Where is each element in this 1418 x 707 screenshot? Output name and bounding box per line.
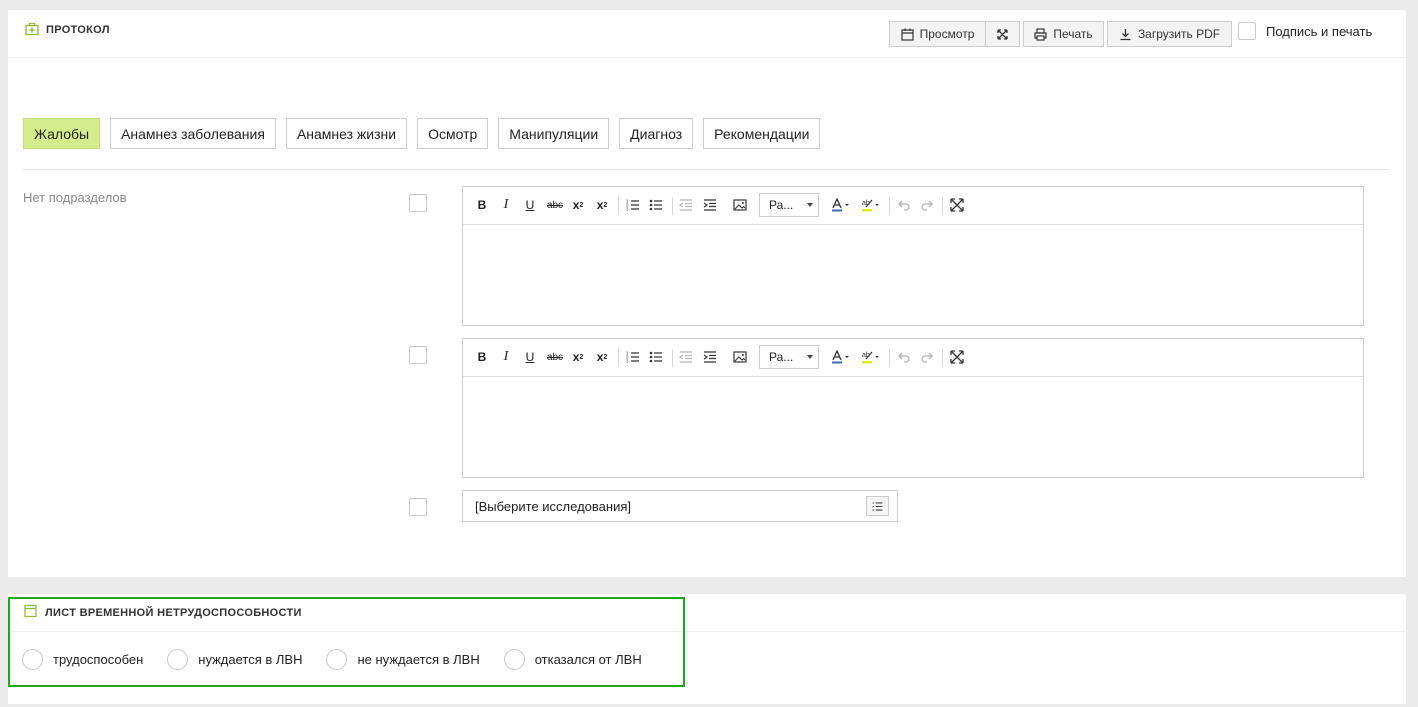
undo-icon[interactable] — [894, 347, 914, 367]
format-select-value: Ра... — [769, 350, 794, 364]
lvn-options: трудоспособен нуждается в ЛВН не нуждает… — [22, 649, 666, 670]
protocol-panel: ПРОТОКОЛ Просмотр Печать Загрузить PDF П… — [8, 10, 1406, 577]
rich-text-editor-1: B I U abc x2 x2 123 Ра... ab — [462, 186, 1364, 326]
bullet-list-icon[interactable] — [646, 347, 666, 367]
font-color-icon[interactable] — [828, 347, 854, 367]
lvn-panel: ЛИСТ ВРЕМЕННОЙ НЕТРУДОСПОСОБНОСТИ трудос… — [8, 594, 1406, 704]
lvn-option-able[interactable]: трудоспособен — [22, 649, 143, 670]
expand-icon — [997, 28, 1008, 40]
format-select[interactable]: Ра... — [759, 193, 819, 217]
preview-button[interactable]: Просмотр — [889, 21, 986, 47]
tabs-divider — [23, 169, 1390, 170]
research-placeholder: [Выберите исследования] — [475, 499, 631, 514]
download-pdf-button[interactable]: Загрузить PDF — [1107, 21, 1232, 47]
chevron-down-icon — [807, 355, 813, 359]
no-subsections-text: Нет подразделов — [23, 190, 127, 205]
sign-label: Подпись и печать — [1266, 24, 1373, 39]
bold-icon[interactable]: B — [472, 347, 492, 367]
sign-checkbox[interactable] — [1238, 22, 1256, 40]
radio-label: трудоспособен — [53, 652, 144, 667]
lvn-option-needs[interactable]: нуждается в ЛВН — [167, 649, 302, 670]
lvn-option-not-needs[interactable]: не нуждается в ЛВН — [326, 649, 480, 670]
format-select[interactable]: Ра... — [759, 345, 819, 369]
tab-recommendations[interactable]: Рекомендации — [703, 118, 821, 149]
radio-button[interactable] — [167, 649, 189, 670]
chevron-down-icon — [807, 203, 813, 207]
outdent-icon[interactable] — [676, 347, 696, 367]
svg-text:3: 3 — [626, 359, 629, 364]
underline-icon[interactable]: U — [520, 347, 540, 367]
download-pdf-label: Загрузить PDF — [1137, 27, 1221, 41]
rich-text-editor-2: B I U abc x2 x2 123 Ра... ab — [462, 338, 1364, 478]
tab-diagnosis[interactable]: Диагноз — [619, 118, 694, 149]
redo-icon[interactable] — [917, 347, 937, 367]
printer-icon — [1034, 27, 1047, 41]
editor-toolbar: B I U abc x2 x2 123 Ра... ab — [463, 187, 1363, 225]
radio-button[interactable] — [503, 649, 525, 670]
expand-button[interactable] — [985, 21, 1020, 47]
format-select-value: Ра... — [769, 198, 794, 212]
tab-complaints[interactable]: Жалобы — [23, 118, 101, 149]
editor-2-checkbox[interactable] — [409, 346, 427, 364]
strikethrough-icon[interactable]: abc — [544, 347, 566, 367]
list-icon — [872, 501, 883, 511]
lvn-option-refused[interactable]: отказался от ЛВН — [503, 649, 642, 670]
editor-content-area[interactable] — [463, 225, 1363, 325]
preview-label: Просмотр — [919, 27, 975, 41]
ordered-list-icon[interactable]: 123 — [623, 347, 643, 367]
indent-icon[interactable] — [700, 347, 720, 367]
research-list-button[interactable] — [866, 496, 889, 516]
medkit-icon — [25, 23, 39, 35]
protocol-title: ПРОТОКОЛ — [46, 24, 110, 36]
calendar-icon — [900, 28, 914, 41]
print-label: Печать — [1053, 27, 1093, 41]
strikethrough-icon[interactable]: abc — [544, 195, 566, 215]
subscript-icon[interactable]: x2 — [568, 195, 588, 215]
radio-button[interactable] — [326, 649, 348, 670]
tab-life-history[interactable]: Анамнез жизни — [285, 118, 408, 149]
tab-disease-history[interactable]: Анамнез заболевания — [110, 118, 276, 149]
calendar-icon — [24, 604, 37, 617]
radio-label: не нуждается в ЛВН — [357, 652, 480, 667]
protocol-tabs: Жалобы Анамнез заболевания Анамнез жизни… — [23, 118, 821, 149]
lvn-title: ЛИСТ ВРЕМЕННОЙ НЕТРУДОСПОСОБНОСТИ — [45, 607, 302, 619]
outdent-icon[interactable] — [676, 195, 696, 215]
tab-manipulations[interactable]: Манипуляции — [498, 118, 610, 149]
research-checkbox[interactable] — [409, 498, 427, 516]
editor-1-checkbox[interactable] — [409, 194, 427, 212]
image-icon[interactable] — [730, 195, 750, 215]
radio-label: отказался от ЛВН — [534, 652, 642, 667]
highlight-color-icon[interactable]: ab — [858, 195, 884, 215]
italic-icon[interactable]: I — [496, 195, 516, 215]
svg-text:3: 3 — [626, 207, 629, 212]
redo-icon[interactable] — [917, 195, 937, 215]
bullet-list-icon[interactable] — [646, 195, 666, 215]
research-select[interactable]: [Выберите исследования] — [462, 490, 898, 522]
undo-icon[interactable] — [894, 195, 914, 215]
superscript-icon[interactable]: x2 — [592, 195, 612, 215]
underline-icon[interactable]: U — [520, 195, 540, 215]
protocol-header: ПРОТОКОЛ Просмотр Печать Загрузить PDF П… — [8, 10, 1406, 58]
download-icon — [1120, 28, 1131, 40]
highlight-color-icon[interactable]: ab — [858, 347, 884, 367]
fullscreen-icon[interactable] — [947, 347, 967, 367]
bold-icon[interactable]: B — [472, 195, 492, 215]
tab-examination[interactable]: Осмотр — [417, 118, 489, 149]
subscript-icon[interactable]: x2 — [568, 347, 588, 367]
image-icon[interactable] — [730, 347, 750, 367]
radio-label: нуждается в ЛВН — [198, 652, 303, 667]
ordered-list-icon[interactable]: 123 — [623, 195, 643, 215]
fullscreen-icon[interactable] — [947, 195, 967, 215]
indent-icon[interactable] — [700, 195, 720, 215]
italic-icon[interactable]: I — [496, 347, 516, 367]
editor-toolbar: B I U abc x2 x2 123 Ра... ab — [463, 339, 1363, 377]
superscript-icon[interactable]: x2 — [592, 347, 612, 367]
font-color-icon[interactable] — [828, 195, 854, 215]
editor-content-area[interactable] — [463, 377, 1363, 477]
radio-button[interactable] — [22, 649, 43, 670]
print-button[interactable]: Печать — [1023, 21, 1104, 47]
